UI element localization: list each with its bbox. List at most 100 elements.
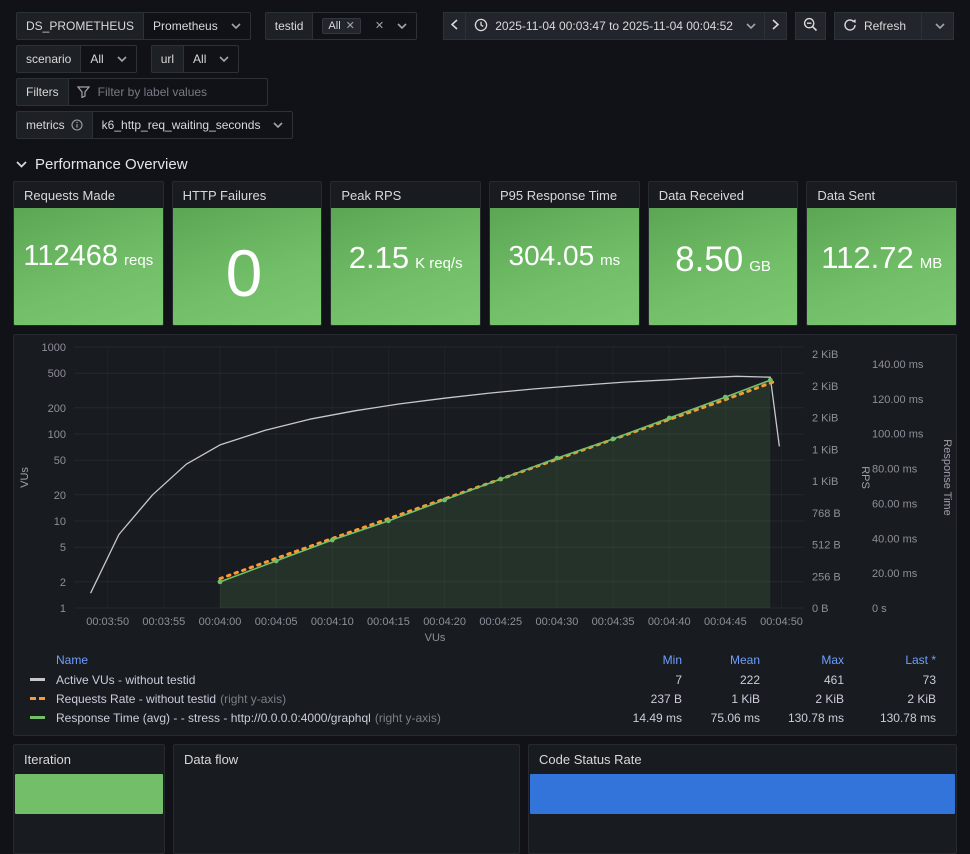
panel-title[interactable]: HTTP Failures — [173, 182, 322, 208]
panel-title[interactable]: P95 Response Time — [490, 182, 639, 208]
svg-text:Response Time: Response Time — [941, 439, 953, 515]
chip-close-icon[interactable]: ✕ — [346, 20, 355, 32]
svg-text:1: 1 — [60, 603, 66, 615]
var-metrics: metrics k6_http_req_waiting_seconds — [16, 111, 294, 139]
series-name-text: Requests Rate - without testid — [56, 691, 217, 706]
code-status-rate-panel: Code Status Rate — [528, 744, 957, 854]
info-icon — [71, 119, 83, 131]
testid-select[interactable]: All ✕ ✕ — [312, 12, 418, 40]
svg-text:VUs: VUs — [19, 467, 31, 488]
legend-header-mean[interactable]: Mean — [692, 650, 770, 670]
series-name-suffix: (right y-axis) — [374, 710, 441, 725]
legend-mean: 222 — [739, 672, 760, 687]
clear-icon[interactable]: ✕ — [375, 20, 384, 32]
iteration-bar — [15, 774, 163, 814]
stat-value: 304.05 — [508, 240, 595, 271]
stat-panel-peak-rps: Peak RPS 2.15 K req/s — [330, 181, 482, 326]
svg-text:1000: 1000 — [42, 342, 66, 354]
filters-input-wrap — [67, 78, 268, 106]
datasource-select[interactable]: Prometheus — [143, 12, 251, 40]
svg-text:80.00 ms: 80.00 ms — [872, 464, 918, 476]
legend-series-name[interactable]: Response Time (avg) - - stress - http://… — [56, 708, 620, 727]
panel-title[interactable]: Peak RPS — [331, 182, 480, 208]
legend-header-min[interactable]: Min — [620, 650, 692, 670]
scenario-label: scenario — [16, 45, 81, 73]
chevron-down-icon[interactable] — [935, 23, 945, 29]
svg-text:2 KiB: 2 KiB — [812, 381, 838, 393]
toolbar-row-3: Filters — [16, 78, 954, 106]
toolbar-row-2: scenario All url All — [16, 45, 954, 73]
refresh-icon — [843, 18, 857, 35]
dashboard-toolbar: DS_PROMETHEUS Prometheus testid All ✕ ✕ — [0, 0, 970, 139]
svg-text:1 KiB: 1 KiB — [812, 476, 838, 488]
time-shift-back-button[interactable] — [443, 12, 467, 40]
stat-panel-http-failures: HTTP Failures 0 — [171, 181, 323, 326]
datasource-value: Prometheus — [153, 19, 218, 33]
zoom-out-button[interactable] — [794, 12, 826, 40]
time-range-text: 2025-11-04 00:03:47 to 2025-11-04 00:04:… — [495, 19, 733, 33]
legend-header-name[interactable]: Name — [56, 650, 620, 670]
section-performance-overview[interactable]: Performance Overview — [16, 153, 954, 175]
datasource-label: DS_PROMETHEUS — [16, 12, 144, 40]
time-range-picker-button[interactable]: 2025-11-04 00:03:47 to 2025-11-04 00:04:… — [466, 12, 765, 40]
time-shift-forward-button[interactable] — [764, 12, 787, 40]
svg-text:2 KiB: 2 KiB — [812, 349, 838, 361]
panel-title[interactable]: Data Received — [649, 182, 798, 208]
stat-suffix: MB — [919, 255, 943, 272]
metrics-select[interactable]: k6_http_req_waiting_seconds — [91, 111, 294, 139]
svg-text:00:04:10: 00:04:10 — [311, 616, 354, 628]
svg-text:200: 200 — [48, 403, 66, 415]
stat-value-area: 112.72 MB — [807, 208, 957, 325]
panel-title[interactable]: Data Sent — [807, 182, 956, 208]
svg-text:00:03:55: 00:03:55 — [142, 616, 185, 628]
stat-panel-data-received: Data Received 8.50 GB — [647, 181, 799, 326]
stat-value: 112468 — [23, 240, 119, 272]
chevron-down-icon — [397, 23, 407, 29]
chevron-down-icon — [219, 56, 229, 62]
panel-title[interactable]: Requests Made — [14, 182, 163, 208]
filters-input[interactable] — [95, 84, 259, 100]
legend-last: 130.78 ms — [879, 710, 936, 725]
svg-text:50: 50 — [54, 455, 66, 467]
scenario-select[interactable]: All — [80, 45, 137, 73]
data-flow-panel: Data flow — [173, 744, 520, 854]
svg-text:512 B: 512 B — [812, 540, 841, 552]
svg-text:100.00 ms: 100.00 ms — [872, 429, 924, 441]
legend-series-name[interactable]: Requests Rate - without testid (right y-… — [56, 689, 620, 708]
clock-icon — [474, 18, 488, 35]
url-select[interactable]: All — [183, 45, 240, 73]
var-testid: testid All ✕ ✕ — [264, 12, 418, 40]
legend-series-name[interactable]: Active VUs - without testid — [56, 670, 620, 689]
stat-value-area: 112468 reqs — [14, 208, 163, 325]
svg-text:5: 5 — [60, 542, 66, 554]
svg-text:60.00 ms: 60.00 ms — [872, 498, 918, 510]
stat-value-area: 2.15 K req/s — [331, 208, 481, 325]
svg-text:768 B: 768 B — [812, 508, 841, 520]
iteration-panel: Iteration — [13, 744, 165, 854]
svg-text:0 B: 0 B — [812, 603, 829, 615]
chevron-right-icon — [772, 19, 780, 33]
legend-header-max[interactable]: Max — [770, 650, 854, 670]
svg-text:0 s: 0 s — [872, 603, 887, 615]
magnifier-minus-icon — [803, 17, 818, 35]
svg-text:1 KiB: 1 KiB — [812, 444, 838, 456]
stat-suffix: K req/s — [415, 255, 463, 272]
svg-text:500: 500 — [48, 368, 66, 380]
legend-mean: 1 KiB — [731, 691, 760, 706]
stat-value: 112.72 — [821, 240, 914, 275]
var-filters: Filters — [16, 78, 268, 106]
svg-text:00:04:25: 00:04:25 — [479, 616, 522, 628]
testid-chip[interactable]: All ✕ — [322, 18, 361, 34]
refresh-button[interactable]: Refresh — [833, 12, 954, 40]
time-controls: 2025-11-04 00:03:47 to 2025-11-04 00:04:… — [443, 12, 954, 40]
chevron-down-icon — [273, 122, 284, 128]
svg-text:2: 2 — [60, 577, 66, 589]
legend-last: 2 KiB — [907, 691, 936, 706]
svg-text:00:04:35: 00:04:35 — [592, 616, 635, 628]
stat-panel-requests-made: Requests Made 112468 reqs — [13, 181, 164, 326]
legend-header-last[interactable]: Last * — [854, 650, 946, 670]
chevron-down-icon — [746, 23, 756, 29]
series-marker — [28, 708, 56, 727]
var-scenario: scenario All — [16, 45, 137, 73]
timeseries-chart[interactable]: 1 2 5 10 20 50 100 200 500 1000 00:03:50 00:03:55 00… — [14, 335, 956, 631]
